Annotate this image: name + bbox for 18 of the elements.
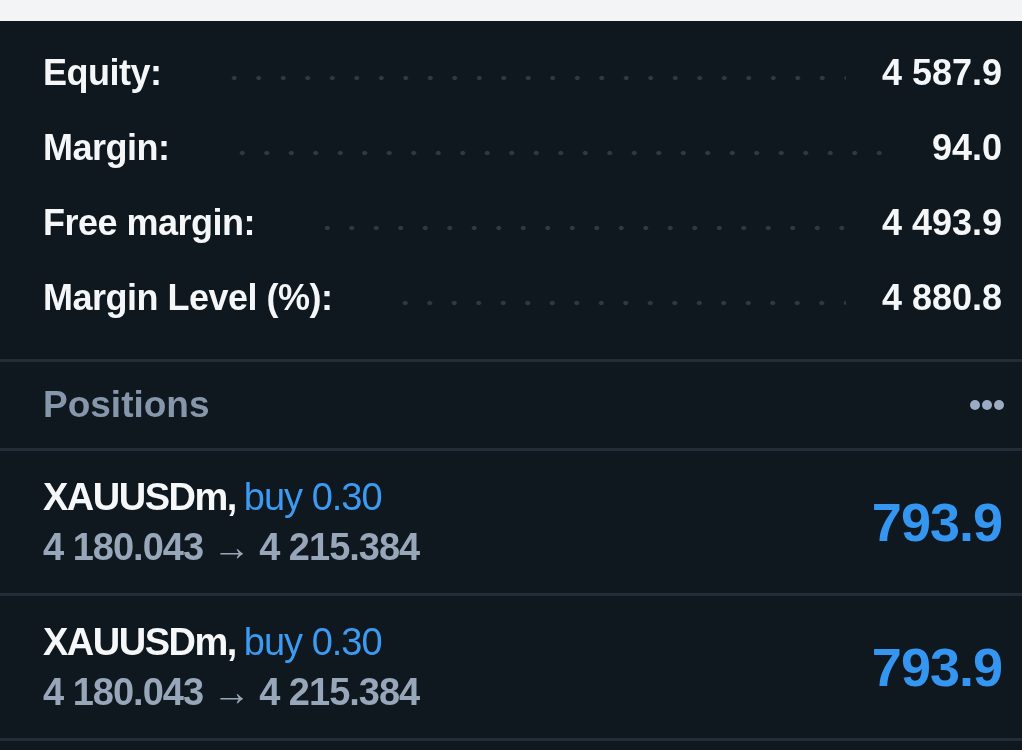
position-symbol: XAUUSDm, <box>43 620 236 665</box>
section-title: Positions <box>43 383 210 428</box>
position-profit: 793.9 <box>871 635 1002 699</box>
position-symbol: XAUUSDm, <box>43 475 236 520</box>
position-profit: 793.9 <box>871 490 1002 554</box>
position-volume: buy 0.30 <box>243 620 382 665</box>
field-label: Free margin: <box>43 200 256 245</box>
field-value: 4 587.9 <box>881 50 1002 95</box>
position-prices: 4 180.043 → 4 215.384 <box>43 525 420 570</box>
field-label: Equity: <box>43 50 162 95</box>
more-icon[interactable] <box>970 400 1004 410</box>
field-label: Margin Level (%): <box>43 275 333 320</box>
field-value: 4 493.9 <box>881 200 1002 245</box>
field-label: Margin: <box>43 125 170 170</box>
position-volume: buy 0.30 <box>243 475 382 520</box>
field-value: 4 880.8 <box>881 275 1002 320</box>
field-value: 94.0 <box>931 125 1002 170</box>
position-prices: 4 180.043 → 4 215.384 <box>43 670 420 715</box>
